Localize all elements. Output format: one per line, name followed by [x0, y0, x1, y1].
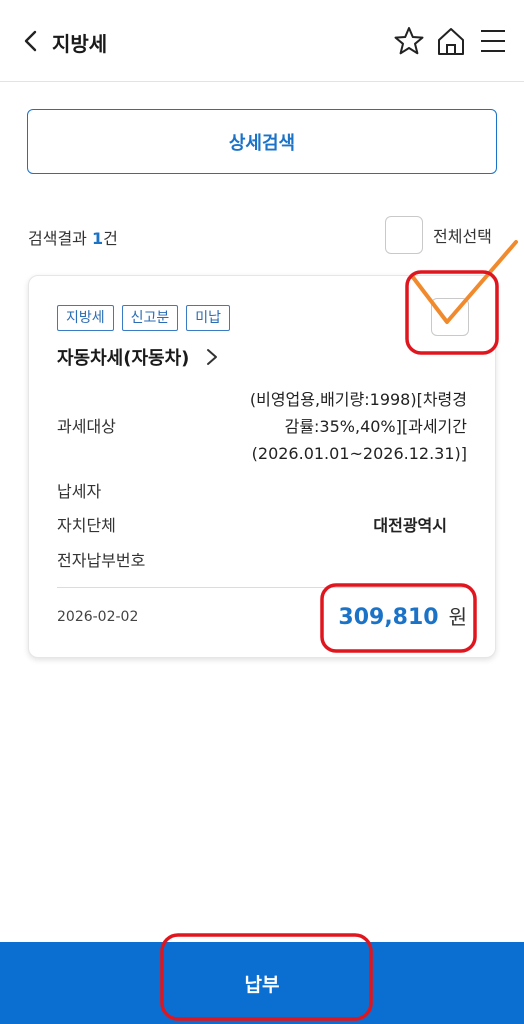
tax-target-label: 과세대상	[57, 417, 116, 436]
item-checkbox[interactable]	[431, 298, 469, 336]
select-all[interactable]: 전체선택	[385, 216, 492, 254]
tag-list: 지방세 신고분 미납	[57, 305, 231, 331]
chevron-left-icon	[24, 30, 37, 52]
pay-button-label: 납부	[244, 973, 280, 996]
municipality-label: 자치단체	[57, 516, 116, 535]
due-date: 2026-02-02	[57, 609, 139, 625]
amount-value: 309,810	[338, 605, 439, 630]
detail-search-button[interactable]: 상세검색	[27, 109, 497, 174]
amount: 309,810 원	[338, 601, 467, 630]
tag-unpaid: 미납	[186, 305, 231, 331]
result-count-suffix: 건	[103, 229, 118, 248]
select-all-label: 전체선택	[433, 227, 492, 246]
item-title-link[interactable]: 자동차세(자동차)	[57, 344, 221, 370]
home-icon	[438, 28, 464, 55]
menu-button[interactable]	[478, 26, 508, 56]
result-count-prefix: 검색결과	[28, 229, 92, 248]
amount-unit: 원	[448, 605, 467, 629]
item-title: 자동차세(자동차)	[57, 348, 190, 369]
favorite-button[interactable]	[394, 26, 424, 56]
result-count: 검색결과 1건	[28, 225, 118, 249]
tax-item-card: 지방세 신고분 미납 자동차세(자동차) 과세대상 (비영업용,배기량:1998…	[28, 275, 496, 658]
pay-button[interactable]: 납부	[0, 942, 524, 1024]
card-divider	[57, 587, 467, 588]
hamburger-menu-icon	[481, 30, 505, 52]
star-icon	[394, 27, 424, 55]
result-count-number: 1	[91, 229, 104, 248]
select-all-checkbox[interactable]	[385, 216, 423, 254]
back-button[interactable]	[18, 28, 44, 54]
tax-target-value: (비영업용,배기량:1998)[차령경감률:35%,40%][과세기간(2026…	[249, 390, 467, 463]
tag-declared: 신고분	[121, 305, 179, 331]
page-title: 지방세	[52, 32, 108, 56]
municipality-value: 대전광역시	[373, 516, 447, 535]
taxpayer-label: 납세자	[57, 482, 102, 501]
tag-local-tax: 지방세	[57, 305, 114, 331]
app-header: 지방세	[0, 0, 524, 82]
chevron-right-icon	[207, 349, 218, 365]
home-button[interactable]	[436, 26, 466, 56]
e-payment-number-label: 전자납부번호	[57, 551, 146, 570]
